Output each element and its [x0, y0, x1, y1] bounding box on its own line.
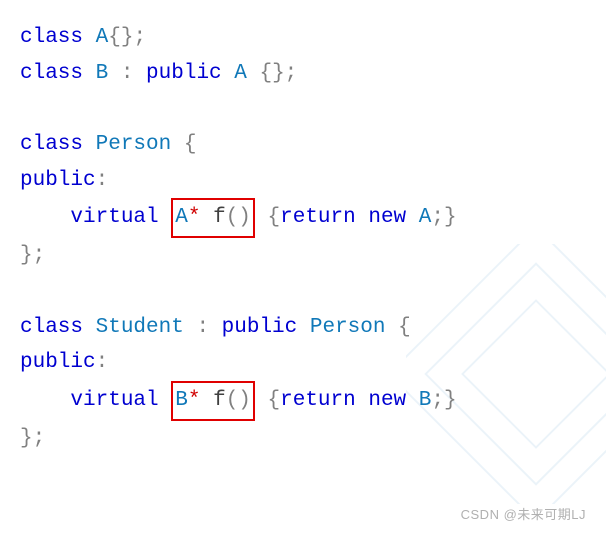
- code-line-10: };: [20, 421, 586, 457]
- code-line-4: public:: [20, 163, 586, 199]
- blank-line: [20, 274, 586, 310]
- code-line-8: public:: [20, 345, 586, 381]
- code-line-3: class Person {: [20, 127, 586, 163]
- code-line-5: virtual A* f() {return new A;}: [20, 198, 586, 238]
- code-line-6: };: [20, 238, 586, 274]
- highlight-box-1: A* f(): [171, 198, 255, 238]
- code-line-1: class A{};: [20, 20, 586, 56]
- highlight-box-2: B* f(): [171, 381, 255, 421]
- blank-line: [20, 91, 586, 127]
- code-line-2: class B : public A {};: [20, 56, 586, 92]
- code-line-7: class Student : public Person {: [20, 310, 586, 346]
- csdn-watermark: CSDN @未来可期LJ: [461, 504, 586, 526]
- code-line-9: virtual B* f() {return new B;}: [20, 381, 586, 421]
